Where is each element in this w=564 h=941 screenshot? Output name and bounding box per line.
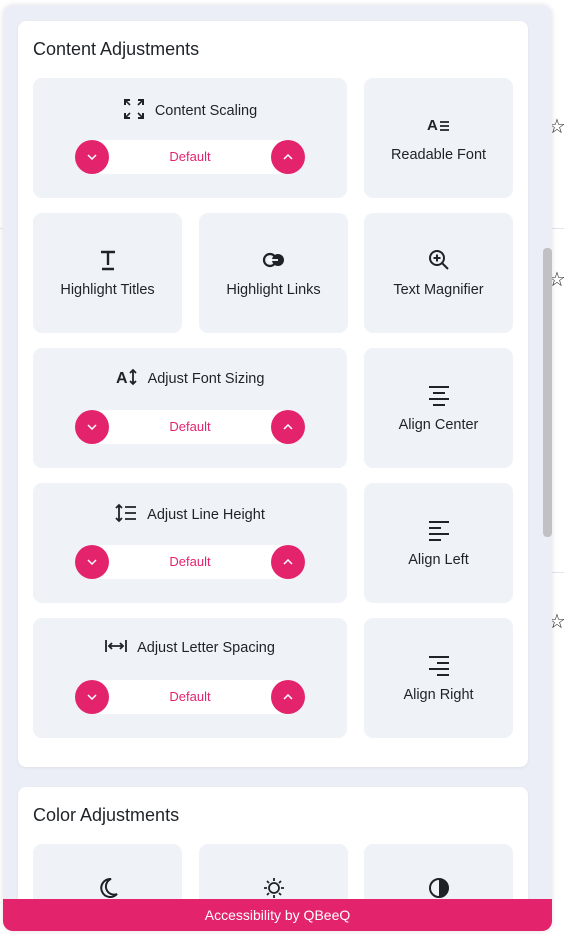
magnifier-icon bbox=[428, 248, 450, 272]
font-sizing-control: A Adjust Font Sizing Default bbox=[33, 348, 347, 468]
letter-spacing-value: Default bbox=[169, 689, 211, 704]
font-sizing-value: Default bbox=[169, 419, 211, 434]
readable-font-label: Readable Font bbox=[390, 147, 487, 163]
scrollbar-thumb[interactable] bbox=[543, 248, 552, 537]
letter-spacing-label: Adjust Letter Spacing bbox=[137, 640, 275, 656]
content-scaling-value: Default bbox=[169, 149, 211, 164]
line-height-control: Adjust Line Height Default bbox=[33, 483, 347, 603]
widget-scroll-area[interactable]: Content Adjustments Content Scaling Defa… bbox=[3, 5, 552, 931]
line-height-value: Default bbox=[169, 554, 211, 569]
content-adjustments-title: Content Adjustments bbox=[33, 39, 200, 59]
align-right-icon bbox=[428, 653, 450, 677]
font-sizing-label: Adjust Font Sizing bbox=[147, 371, 265, 387]
letter-spacing-control: Adjust Letter Spacing Default bbox=[33, 618, 347, 738]
align-left-button[interactable]: Align Left bbox=[364, 483, 513, 603]
readable-font-icon: A bbox=[427, 113, 451, 137]
content-scaling-stepper: Default bbox=[75, 140, 305, 174]
increase-button[interactable] bbox=[271, 410, 305, 444]
highlight-links-button[interactable]: Highlight Links bbox=[199, 213, 348, 333]
footer-branding[interactable]: Accessibility by QBeeQ bbox=[3, 899, 552, 931]
align-left-icon bbox=[428, 518, 450, 542]
accessibility-widget: Content Adjustments Content Scaling Defa… bbox=[3, 5, 552, 931]
align-right-label: Align Right bbox=[403, 687, 474, 703]
increase-button[interactable] bbox=[271, 680, 305, 714]
chevron-down-icon bbox=[87, 154, 97, 160]
align-center-icon bbox=[428, 383, 450, 407]
letter-spacing-icon bbox=[105, 638, 127, 658]
align-center-label: Align Center bbox=[398, 417, 479, 433]
content-scaling-label: Content Scaling bbox=[154, 103, 258, 119]
expand-icon bbox=[123, 98, 145, 124]
line-height-icon bbox=[115, 503, 137, 527]
chevron-up-icon bbox=[283, 424, 293, 430]
chevron-up-icon bbox=[283, 694, 293, 700]
line-height-stepper: Default bbox=[75, 545, 305, 579]
color-adjustments-title: Color Adjustments bbox=[33, 805, 180, 825]
decrease-button[interactable] bbox=[75, 140, 109, 174]
highlight-titles-button[interactable]: Highlight Titles bbox=[33, 213, 182, 333]
sun-icon bbox=[263, 876, 285, 900]
align-right-button[interactable]: Align Right bbox=[364, 618, 513, 738]
chevron-down-icon bbox=[87, 559, 97, 565]
decrease-button[interactable] bbox=[75, 410, 109, 444]
link-icon bbox=[262, 248, 286, 272]
decrease-button[interactable] bbox=[75, 680, 109, 714]
chevron-down-icon bbox=[87, 424, 97, 430]
title-icon bbox=[98, 248, 118, 272]
contrast-icon bbox=[428, 876, 450, 900]
svg-text:A: A bbox=[427, 117, 438, 134]
highlight-links-label: Highlight Links bbox=[226, 282, 321, 298]
content-scaling-control: Content Scaling Default bbox=[33, 78, 347, 198]
increase-button[interactable] bbox=[271, 545, 305, 579]
increase-button[interactable] bbox=[271, 140, 305, 174]
readable-font-button[interactable]: A Readable Font bbox=[364, 78, 513, 198]
text-magnifier-label: Text Magnifier bbox=[393, 282, 484, 298]
font-size-icon: A bbox=[116, 368, 138, 390]
align-center-button[interactable]: Align Center bbox=[364, 348, 513, 468]
svg-text:A: A bbox=[116, 370, 128, 386]
text-magnifier-button[interactable]: Text Magnifier bbox=[364, 213, 513, 333]
chevron-up-icon bbox=[283, 154, 293, 160]
content-adjustments-card: Content Adjustments Content Scaling Defa… bbox=[18, 21, 528, 767]
highlight-titles-label: Highlight Titles bbox=[60, 282, 155, 298]
font-sizing-stepper: Default bbox=[75, 410, 305, 444]
moon-icon bbox=[97, 876, 119, 900]
chevron-up-icon bbox=[283, 559, 293, 565]
decrease-button[interactable] bbox=[75, 545, 109, 579]
line-height-label: Adjust Line Height bbox=[147, 507, 265, 523]
chevron-down-icon bbox=[87, 694, 97, 700]
letter-spacing-stepper: Default bbox=[75, 680, 305, 714]
align-left-label: Align Left bbox=[408, 552, 469, 568]
